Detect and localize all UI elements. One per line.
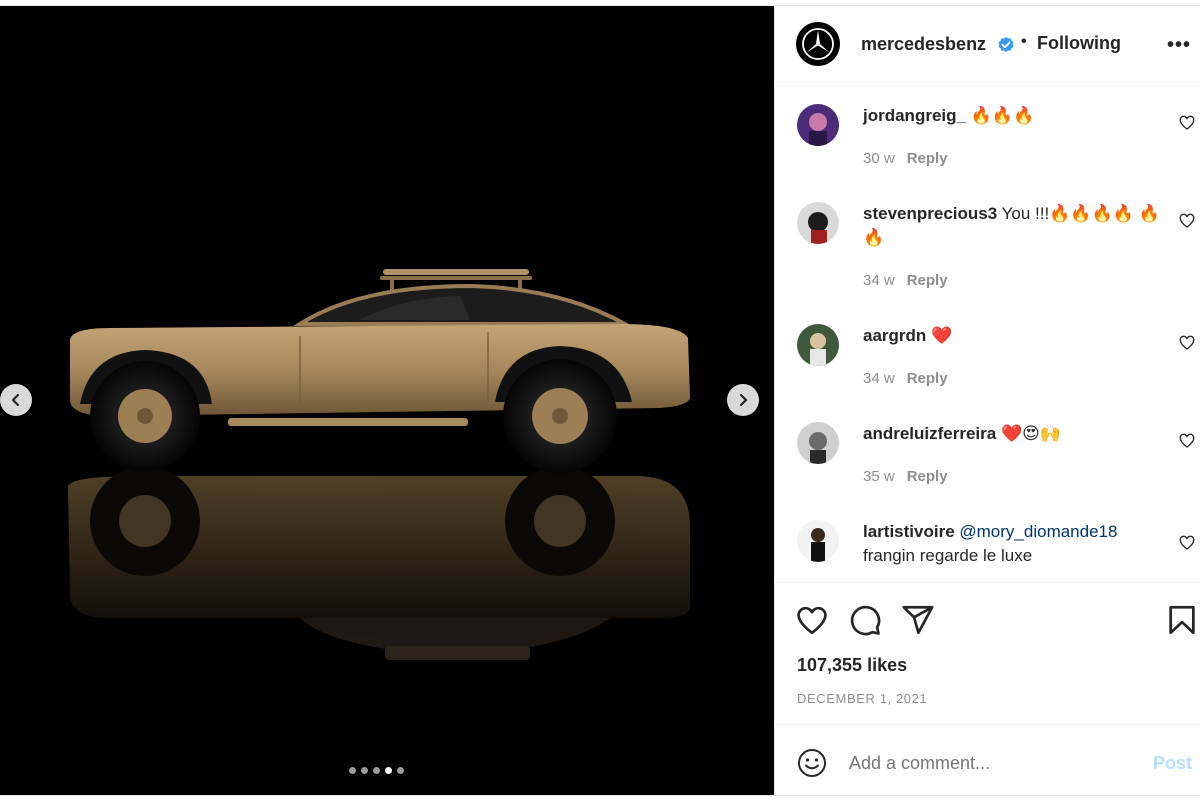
comment-composer: Post: [775, 724, 1200, 795]
comment-age: 30 w: [863, 150, 895, 167]
comment-meta: 30 w Reply: [863, 150, 948, 167]
comment-body: frangin regarde le luxe: [863, 546, 1033, 565]
post-media[interactable]: [0, 6, 774, 795]
comment-body: 🔥🔥🔥: [970, 106, 1035, 125]
reply-button[interactable]: Reply: [907, 468, 948, 485]
comment-meta: 34 w Reply: [863, 370, 948, 387]
mercedes-star-logo: [802, 28, 834, 60]
like-comment-heart-icon[interactable]: [1179, 335, 1195, 351]
share-icon[interactable]: [901, 603, 935, 637]
commenter-avatar[interactable]: [797, 520, 839, 562]
commenter-avatar[interactable]: [797, 104, 839, 146]
bottom-border: [0, 795, 1200, 800]
like-comment-heart-icon[interactable]: [1179, 535, 1195, 551]
post-actions: 107,355 likes DECEMBER 1, 2021: [775, 582, 1200, 724]
carousel-dot: [397, 767, 404, 774]
verified-badge-icon: [998, 37, 1014, 52]
heart-icon[interactable]: [795, 603, 829, 637]
commenter-username[interactable]: stevenprecious3: [863, 204, 997, 223]
chevron-right-icon: [739, 393, 748, 407]
previous-media-button[interactable]: [0, 384, 32, 416]
rear-wheel: [503, 359, 617, 473]
next-media-button[interactable]: [727, 384, 759, 416]
front-wheel: [90, 361, 200, 471]
comment-icon[interactable]: [848, 603, 882, 637]
reply-button[interactable]: Reply: [907, 272, 948, 289]
post-comment-button[interactable]: Post: [1153, 753, 1192, 774]
bookmark-icon[interactable]: [1165, 603, 1199, 637]
like-comment-heart-icon[interactable]: [1179, 115, 1195, 131]
chevron-left-icon: [11, 393, 20, 407]
comment-meta: 35 w Reply: [863, 468, 948, 485]
car-photo: [68, 269, 690, 660]
commenter-avatar[interactable]: [797, 324, 839, 366]
post-header: mercedesbenz • Following •••: [775, 6, 1200, 86]
comment-age: 35 w: [863, 468, 895, 485]
comment-text: stevenprecious3 You !!!🔥🔥🔥🔥 🔥🔥: [863, 202, 1163, 250]
commenter-avatar[interactable]: [797, 202, 839, 244]
reply-button[interactable]: Reply: [907, 150, 948, 167]
comment-mention-link[interactable]: @mory_diomande18: [959, 522, 1117, 541]
post-date: DECEMBER 1, 2021: [797, 691, 928, 706]
car-reflection: [68, 466, 690, 660]
comment-body: ❤️: [931, 326, 953, 345]
comment-text: aargrdn ❤️: [863, 324, 1163, 348]
comment-age: 34 w: [863, 370, 895, 387]
account-avatar[interactable]: [796, 22, 840, 66]
commenter-username[interactable]: jordangreig_: [863, 106, 966, 125]
commenter-username[interactable]: aargrdn: [863, 326, 926, 345]
carousel-dot: [349, 767, 356, 774]
comment-meta: 34 w Reply: [863, 272, 948, 289]
reply-button[interactable]: Reply: [907, 370, 948, 387]
carousel-dot: [361, 767, 368, 774]
like-comment-heart-icon[interactable]: [1179, 213, 1195, 229]
following-button[interactable]: Following: [1037, 33, 1121, 54]
commenter-username[interactable]: lartistivoire: [863, 522, 955, 541]
add-comment-input[interactable]: [849, 753, 1129, 774]
comment-body: ❤️😍🙌: [1000, 424, 1062, 443]
header-separator: •: [1021, 33, 1027, 50]
likes-count[interactable]: 107,355 likes: [797, 655, 907, 676]
carousel-dot-active: [385, 767, 392, 774]
post-sidebar: mercedesbenz • Following ••• jordangreig…: [774, 6, 1200, 795]
carousel-dot: [373, 767, 380, 774]
comments-list: jordangreig_ 🔥🔥🔥 30 w Reply stevenpreciou…: [775, 86, 1200, 582]
comment-age: 34 w: [863, 272, 895, 289]
account-username[interactable]: mercedesbenz: [861, 34, 986, 55]
emoji-icon[interactable]: [797, 748, 827, 778]
comment-text: andreluizferreira ❤️😍🙌: [863, 422, 1163, 446]
instagram-post-window: mercedesbenz • Following ••• jordangreig…: [0, 0, 1200, 800]
carousel-indicator: [349, 767, 404, 774]
comment-text: jordangreig_ 🔥🔥🔥: [863, 104, 1163, 128]
commenter-username[interactable]: andreluizferreira: [863, 424, 996, 443]
commenter-avatar[interactable]: [797, 422, 839, 464]
more-options-button[interactable]: •••: [1167, 34, 1191, 57]
like-comment-heart-icon[interactable]: [1179, 433, 1195, 449]
comment-text: lartistivoire @mory_diomande18frangin re…: [863, 520, 1163, 568]
